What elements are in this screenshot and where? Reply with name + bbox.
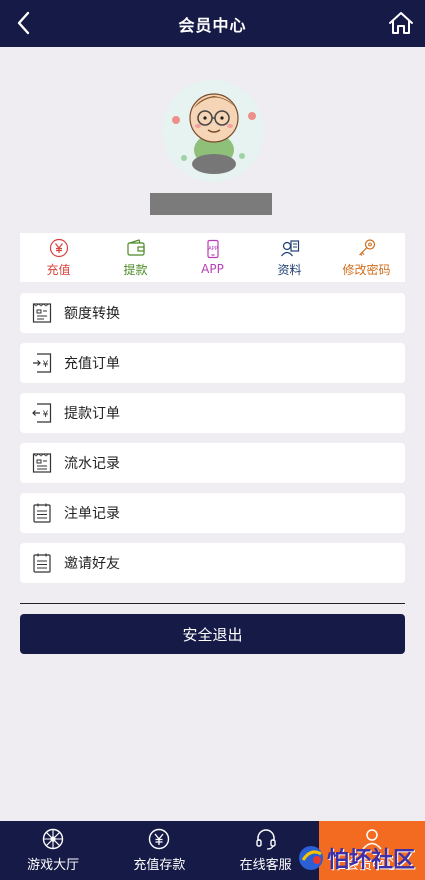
quick-action-change-password[interactable]: 修改密码: [328, 233, 405, 282]
app-phone-icon: APP: [206, 239, 219, 259]
quick-action-label: 提款: [123, 262, 148, 277]
menu-item-label: 注单记录: [64, 506, 120, 522]
key-icon: [358, 238, 375, 256]
tab-label: 充值存款: [133, 858, 186, 873]
tab-game-lobby[interactable]: 游戏大厅: [0, 821, 106, 880]
watermark-text: 怕坏社区: [327, 847, 416, 873]
logout-button[interactable]: 安全退出: [20, 614, 405, 654]
invite-doc-icon: [32, 552, 52, 574]
menu-item-invite-friends[interactable]: 邀请好友: [20, 543, 405, 583]
quick-action-label: 修改密码: [342, 262, 391, 277]
profile-card-icon: [280, 239, 299, 256]
bet-slip-icon: [32, 502, 52, 524]
transfer-doc-icon: [32, 302, 52, 324]
menu-item-withdraw-orders[interactable]: ¥ 提款订单: [20, 393, 405, 433]
page-title: 会员中心: [178, 15, 247, 35]
menu-item-label: 提款订单: [64, 406, 120, 422]
tab-deposit[interactable]: 充值存款: [106, 821, 212, 880]
menu-item-bet-records[interactable]: 注单记录: [20, 493, 405, 533]
yen-circle-icon: [149, 828, 170, 850]
menu-item-deposit-orders[interactable]: ¥ 充值订单: [20, 343, 405, 383]
quick-action-withdraw[interactable]: 提款: [97, 233, 174, 282]
tab-label: 游戏大厅: [27, 858, 80, 873]
menu-item-transaction-records[interactable]: 流水记录: [20, 443, 405, 483]
quick-action-profile[interactable]: 资料: [251, 233, 328, 282]
quick-action-app[interactable]: APP APP: [174, 233, 251, 282]
wheel-icon: [42, 828, 64, 850]
wallet-icon: [126, 238, 145, 256]
menu-item-label: 流水记录: [64, 456, 120, 472]
quick-action-label: 资料: [277, 262, 302, 277]
top-header: 会员中心: [0, 0, 425, 47]
avatar-illustration: [162, 80, 264, 182]
chevron-left-icon: [17, 11, 30, 35]
svg-text:¥: ¥: [43, 360, 49, 370]
home-button[interactable]: [387, 8, 415, 38]
yen-circle-icon: [49, 238, 68, 257]
avatar[interactable]: [162, 80, 264, 182]
quick-action-deposit[interactable]: 充值: [20, 233, 97, 282]
quick-actions-bar: 充值 提款 APP APP 资料 修改密码: [20, 233, 405, 282]
watermark-logo-icon: [299, 846, 323, 870]
quick-action-label: 充值: [46, 262, 71, 277]
menu-item-balance-transfer[interactable]: 额度转换: [20, 293, 405, 333]
member-menu: 额度转换 ¥ 充值订单 ¥ 提款订单 流水记录 注单记录 邀请好友: [20, 293, 405, 593]
withdraw-order-icon: ¥: [32, 402, 52, 424]
ledger-icon: [32, 452, 52, 474]
svg-text:¥: ¥: [43, 410, 49, 420]
menu-item-label: 充值订单: [64, 356, 120, 372]
deposit-order-icon: ¥: [32, 352, 52, 374]
tab-label: 在线客服: [239, 858, 292, 873]
watermark: 怕坏社区: [295, 838, 425, 878]
menu-item-label: 邀请好友: [64, 556, 120, 572]
divider: [20, 603, 405, 604]
quick-action-label: APP: [201, 262, 224, 276]
back-button[interactable]: [12, 10, 36, 36]
username-redacted: [150, 193, 272, 215]
menu-item-label: 额度转换: [64, 306, 120, 322]
svg-text:APP: APP: [208, 246, 217, 252]
home-icon: [389, 12, 413, 34]
headset-icon: [255, 829, 276, 850]
